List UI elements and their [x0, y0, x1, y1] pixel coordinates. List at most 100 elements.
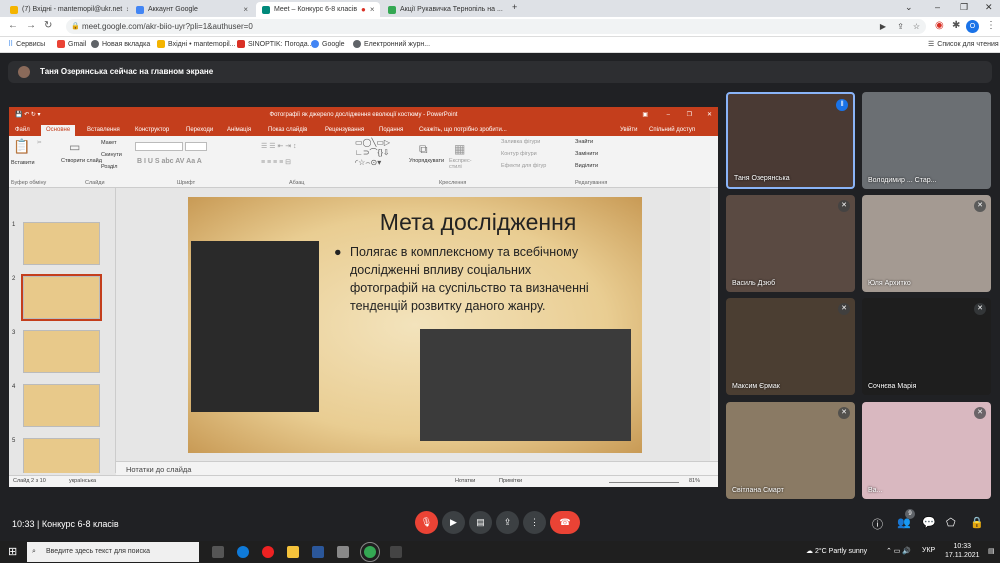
notes-pane: Нотатки до слайда — [116, 461, 718, 475]
app-icon[interactable] — [390, 546, 402, 558]
meeting-time-and-name: 10:33 | Конкурс 6-8 класів — [12, 519, 119, 529]
participant-tile[interactable]: Ва... ✕ — [862, 402, 991, 499]
clock[interactable]: 10:33 17.11.2021 — [945, 542, 980, 560]
minimize-button[interactable]: – — [935, 2, 940, 12]
chrome-icon[interactable] — [360, 542, 380, 562]
new-tab-button[interactable]: + — [512, 2, 517, 12]
present-button[interactable]: ⇪ — [496, 511, 519, 534]
weather-widget[interactable]: ☁ 2°C Partly sunny — [806, 547, 867, 555]
meet-controls-bar: 10:33 | Конкурс 6-8 класів 🎙 ▶ ▤ ⇪ ⋮ ☎ ⓘ… — [0, 508, 1000, 541]
close-icon[interactable]: × — [126, 5, 128, 14]
more-options-button[interactable]: ⋮ — [523, 511, 546, 534]
file-explorer-icon[interactable] — [287, 546, 299, 558]
participant-tile[interactable]: Василь Дзюб ✕ — [726, 195, 855, 292]
camera-toggle-button[interactable]: ▶ — [442, 511, 465, 534]
browser-tab-active[interactable]: Meet – Конкурс 6-8 класів ● × — [256, 2, 380, 17]
url-bar[interactable]: 🔒 meet.google.com/akr-biio-uyr?pli=1&aut… — [66, 19, 926, 34]
reading-list[interactable]: ☰ Список для чтения — [928, 40, 999, 49]
bookmark-item[interactable]: Gmail — [57, 40, 86, 48]
profile-avatar[interactable]: O — [966, 20, 979, 33]
tab-search-icon[interactable]: ⌄ — [905, 2, 913, 13]
shapes-gallery-icon: ▭◯╲▭▷ ∟⊃⌒{}⇩ ◜☆⌢⊙▾ — [355, 138, 391, 167]
close-window-button[interactable]: ✕ — [985, 2, 993, 13]
system-tray-icons[interactable]: ⌃ ▭ 🔊 — [886, 547, 911, 555]
meet-stage: Таня Озерянська сейчас на главном экране… — [0, 53, 1000, 541]
back-icon[interactable]: ← — [8, 20, 18, 31]
ribbon-group-label: Абзац — [289, 180, 305, 186]
mail-icon — [157, 40, 165, 48]
forward-icon[interactable]: → — [26, 20, 36, 31]
bookmark-item[interactable]: Новая вкладка — [91, 40, 150, 48]
ppt-ribbon: 📋 Вставити ✂ ▭ Створити слайд Макет Скин… — [9, 136, 718, 188]
info-icon[interactable]: ⓘ — [872, 516, 883, 532]
leave-call-button[interactable]: ☎ — [550, 511, 580, 534]
paste-icon: 📋 — [13, 138, 31, 154]
star-icon[interactable]: ☆ — [913, 19, 920, 34]
browser-tab[interactable]: Аккаунт Google × — [130, 2, 254, 17]
font-size-field — [185, 142, 207, 151]
windows-start-icon[interactable]: ⊞ — [8, 545, 17, 558]
participant-tile[interactable]: Таня Озерянська ⦀ — [726, 92, 855, 189]
avatar — [18, 66, 30, 78]
opera-icon[interactable]: ◉ — [935, 20, 944, 31]
tell-me-box: Скажіть, що потрібно зробити... — [419, 127, 507, 133]
costume-photo — [191, 241, 319, 412]
maximize-button[interactable]: ❐ — [960, 2, 968, 13]
browser-tab[interactable]: Акції Рукавичка Тернопіль на ... × — [382, 2, 506, 17]
mic-off-icon: ✕ — [838, 407, 850, 419]
participant-tile[interactable]: Юля Архитко ✕ — [862, 195, 991, 292]
participant-tile[interactable]: Максим Єрмак ✕ — [726, 298, 855, 395]
mail-icon[interactable] — [337, 546, 349, 558]
notifications-icon[interactable]: ▤ — [988, 547, 995, 555]
input-language[interactable]: УКР — [922, 547, 935, 554]
share-link: Спільний доступ — [649, 127, 696, 133]
reload-icon[interactable]: ↻ — [44, 20, 52, 31]
activities-icon[interactable]: ⬠ — [946, 516, 956, 529]
section-label: Розділ — [101, 164, 118, 170]
participant-tile[interactable]: Володимир ... Стар... — [862, 92, 991, 189]
host-controls-icon[interactable]: 🔒 — [970, 516, 984, 529]
chat-icon[interactable]: 💬 — [922, 516, 936, 529]
opera-icon[interactable] — [262, 546, 274, 558]
bookmark-item[interactable]: Електронний журн... — [353, 40, 430, 48]
ribbon-group-label: Буфер обміну — [11, 180, 47, 186]
google-icon — [311, 40, 319, 48]
participants-count-badge: 9 — [905, 509, 915, 519]
close-icon[interactable]: × — [243, 5, 248, 14]
ppt-status-bar: Слайд 2 з 10 українська Нотатки Примітки… — [9, 475, 718, 487]
bookmark-item[interactable]: SINOPTIK: Погода... — [237, 40, 313, 48]
ribbon-group-label: Слайди — [85, 180, 105, 186]
slide-thumbnail — [23, 330, 100, 373]
presenting-banner: Таня Озерянська сейчас на главном экране — [8, 61, 992, 83]
camera-in-use-icon[interactable]: ▶ — [880, 19, 886, 34]
mic-off-icon: ✕ — [838, 200, 850, 212]
replace-label: Замінити — [575, 151, 599, 157]
participant-tile[interactable]: Світлана Смарт ✕ — [726, 402, 855, 499]
slide-canvas: Мета дослідження ● Полягає в комплексном… — [116, 188, 718, 461]
browser-tab[interactable]: (7) Вхідні - mantemopil@ukr.net × — [4, 2, 128, 17]
layout-label: Макет — [101, 140, 117, 146]
font-style-icons: B I U S abc AV Aa A — [137, 158, 202, 165]
ppt-tab-active: Основне — [41, 125, 76, 136]
paste-label: Вставити — [11, 160, 35, 166]
menu-icon[interactable]: ⋮ — [986, 20, 996, 31]
arrange-icon: ⧉ — [419, 142, 428, 156]
bookmark-item[interactable]: ⠿ Сервисы — [8, 40, 45, 49]
bookmark-item[interactable]: Вхідні • mantemopil... — [157, 40, 236, 48]
gmail-icon — [57, 40, 65, 48]
share-icon[interactable]: ⇪ — [897, 19, 904, 34]
browser-tab-strip: (7) Вхідні - mantemopil@ukr.net × Аккаун… — [0, 0, 1000, 17]
mic-toggle-button[interactable]: 🎙 — [415, 511, 438, 534]
mic-off-icon: ✕ — [974, 303, 986, 315]
select-label: Виділити — [575, 163, 599, 169]
participant-tile[interactable]: Сочнєва Марія ✕ — [862, 298, 991, 395]
edge-icon[interactable] — [237, 546, 249, 558]
task-view-icon[interactable] — [212, 546, 224, 558]
bookmark-item[interactable]: Google — [311, 40, 345, 48]
captions-button[interactable]: ▤ — [469, 511, 492, 534]
ppt-ribbon-tabs: Файл Основне Вставлення Конструктор Пере… — [9, 124, 718, 136]
taskbar-search[interactable]: ⌕ Введите здесь текст для поиска — [27, 542, 199, 562]
close-icon[interactable]: × — [370, 5, 375, 14]
word-icon[interactable] — [312, 546, 324, 558]
extensions-icon[interactable]: ✱ — [952, 20, 960, 31]
